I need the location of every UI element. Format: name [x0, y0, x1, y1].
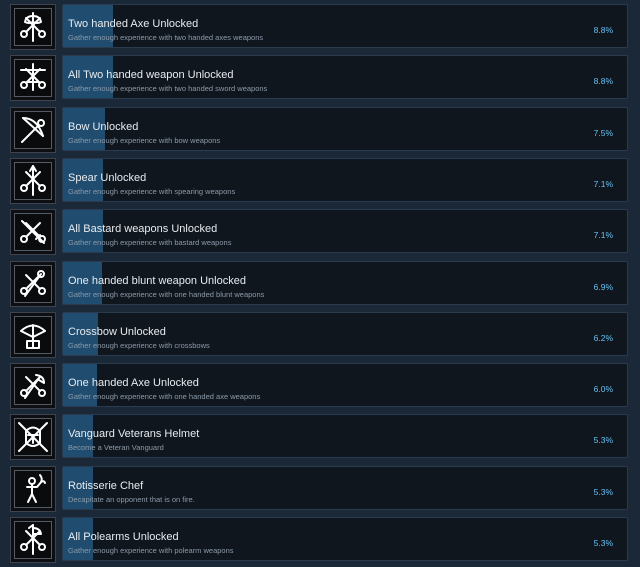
achievement-percent: 8.8% — [593, 25, 613, 35]
achievement-row: Two handed Axe Unlocked Gather enough exp… — [0, 4, 640, 54]
achievement-icon-frame — [10, 4, 56, 50]
mace-icon — [14, 265, 52, 303]
achievement-card: Bow Unlocked Gather enough experience wit… — [62, 107, 628, 151]
achievement-icon-frame — [10, 517, 56, 563]
achievement-percent: 5.3% — [593, 435, 613, 445]
achievement-row: Spear Unlocked Gather enough experience w… — [0, 158, 640, 208]
bastard-sword-icon — [14, 213, 52, 251]
achievement-row: Rotisserie Chef Decapitate an opponent th… — [0, 466, 640, 516]
achievement-row: One handed Axe Unlocked Gather enough exp… — [0, 363, 640, 413]
achievement-icon-frame — [10, 209, 56, 255]
bow-icon — [14, 111, 52, 149]
crossbow-icon — [14, 316, 52, 354]
achievement-description: Gather enough experience with bastard we… — [68, 238, 232, 247]
achievement-card: All Two handed weapon Unlocked Gather eno… — [62, 55, 628, 99]
spear-icon — [14, 162, 52, 200]
achievement-row: Crossbow Unlocked Gather enough experienc… — [0, 312, 640, 362]
achievement-title: One handed Axe Unlocked — [68, 377, 199, 389]
achievement-icon-frame — [10, 158, 56, 204]
achievement-icon-frame — [10, 107, 56, 153]
achievement-title: All Polearms Unlocked — [68, 531, 179, 543]
achievement-card: Two handed Axe Unlocked Gather enough exp… — [62, 4, 628, 48]
achievement-icon-frame — [10, 363, 56, 409]
helmet-icon — [14, 418, 52, 456]
achievement-description: Gather enough experience with polearm we… — [68, 546, 234, 555]
achievement-title: Two handed Axe Unlocked — [68, 18, 199, 30]
achievement-row: Bow Unlocked Gather enough experience wit… — [0, 107, 640, 157]
achievement-card: Spear Unlocked Gather enough experience w… — [62, 158, 628, 202]
achievement-card: Rotisserie Chef Decapitate an opponent th… — [62, 466, 628, 510]
two-handed-axe-icon — [14, 8, 52, 46]
achievement-icon-frame — [10, 55, 56, 101]
achievement-row: Vanguard Veterans Helmet Become a Veteran… — [0, 414, 640, 464]
achievement-title: All Bastard weapons Unlocked — [68, 223, 218, 235]
achievement-title: Crossbow Unlocked — [68, 326, 166, 338]
two-handed-sword-icon — [14, 59, 52, 97]
achievement-icon-frame — [10, 312, 56, 358]
achievement-description: Decapitate an opponent that is on fire. — [68, 495, 195, 504]
achievement-card: One handed Axe Unlocked Gather enough exp… — [62, 363, 628, 407]
achievement-percent: 5.3% — [593, 487, 613, 497]
achievement-percent: 7.1% — [593, 230, 613, 240]
achievement-title: Bow Unlocked — [68, 121, 139, 133]
achievement-icon-frame — [10, 261, 56, 307]
achievement-card: All Polearms Unlocked Gather enough exper… — [62, 517, 628, 561]
achievement-percent: 8.8% — [593, 76, 613, 86]
achievement-list: Two handed Axe Unlocked Gather enough exp… — [0, 0, 640, 563]
achievement-description: Gather enough experience with one handed… — [68, 290, 265, 299]
achievement-description: Gather enough experience with one handed… — [68, 392, 261, 401]
achievement-description: Gather enough experience with spearing w… — [68, 187, 236, 196]
achievement-title: Rotisserie Chef — [68, 480, 144, 492]
achievement-card: All Bastard weapons Unlocked Gather enoug… — [62, 209, 628, 253]
achievement-row: All Bastard weapons Unlocked Gather enoug… — [0, 209, 640, 259]
achievement-percent: 6.0% — [593, 384, 613, 394]
achievement-description: Gather enough experience with bow weapon… — [68, 136, 221, 145]
achievement-percent: 6.2% — [593, 333, 613, 343]
achievement-title: One handed blunt weapon Unlocked — [68, 275, 246, 287]
achievement-title: Vanguard Veterans Helmet — [68, 428, 200, 440]
burning-knight-icon — [14, 470, 52, 508]
achievement-description: Gather enough experience with crossbows — [68, 341, 210, 350]
achievement-title: Spear Unlocked — [68, 172, 147, 184]
achievement-percent: 6.9% — [593, 282, 613, 292]
achievement-row: One handed blunt weapon Unlocked Gather e… — [0, 261, 640, 311]
achievement-card: Crossbow Unlocked Gather enough experienc… — [62, 312, 628, 356]
achievement-icon-frame — [10, 466, 56, 512]
achievement-description: Gather enough experience with two handed… — [68, 33, 264, 42]
achievement-icon-frame — [10, 414, 56, 460]
achievement-card: One handed blunt weapon Unlocked Gather e… — [62, 261, 628, 305]
achievement-row: All Polearms Unlocked Gather enough exper… — [0, 517, 640, 567]
achievement-percent: 7.1% — [593, 179, 613, 189]
achievement-percent: 5.3% — [593, 538, 613, 548]
achievement-card: Vanguard Veterans Helmet Become a Veteran… — [62, 414, 628, 458]
polearm-icon — [14, 521, 52, 559]
achievement-description: Gather enough experience with two handed… — [68, 84, 268, 93]
achievement-percent: 7.5% — [593, 128, 613, 138]
achievement-description: Become a Veteran Vanguard — [68, 443, 164, 452]
achievement-row: All Two handed weapon Unlocked Gather eno… — [0, 55, 640, 105]
one-handed-axe-icon — [14, 367, 52, 405]
achievement-title: All Two handed weapon Unlocked — [68, 69, 234, 81]
